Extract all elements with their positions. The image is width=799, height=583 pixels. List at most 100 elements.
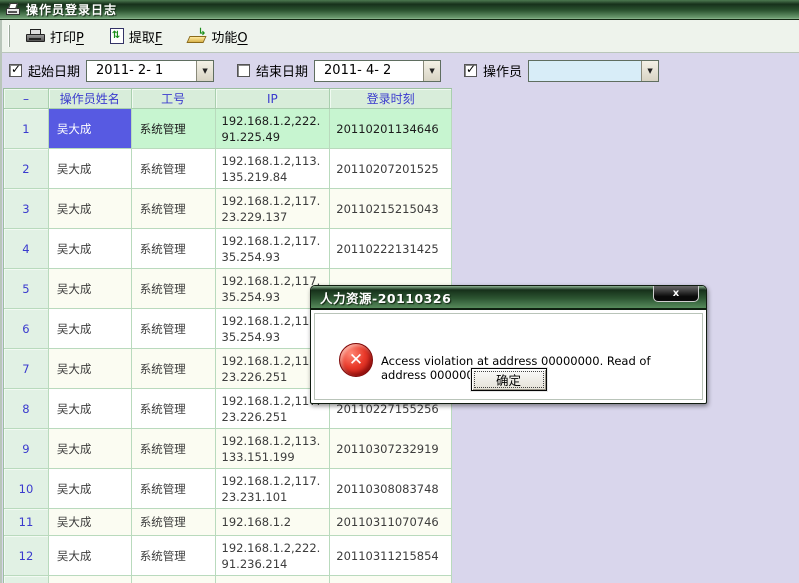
ip-cell: 192.168.1.2,113.133.151.199: [216, 429, 331, 469]
row-index-cell: 3: [4, 189, 49, 229]
table-row[interactable]: 3 吴大成 系统管理 192.168.1.2,117.23.229.137 20…: [4, 189, 452, 229]
column-header-name[interactable]: 操作员姓名: [49, 89, 132, 109]
login-time-cell: 20110222131425: [330, 229, 452, 269]
operator-name-cell: 吴大成: [49, 536, 132, 576]
row-index-cell: 2: [4, 149, 49, 189]
column-header-logintime[interactable]: 登录时刻: [330, 89, 452, 109]
table-row[interactable]: 11 吴大成 系统管理 192.168.1.2 20110311070746: [4, 509, 452, 536]
error-dialog-body: Access violation at address 00000000. Re…: [314, 313, 703, 400]
login-time-cell: 20110308083748: [330, 469, 452, 509]
row-index-cell: 5: [4, 269, 49, 309]
operator-name-cell: 吴大成: [49, 309, 132, 349]
row-index-cell: 7: [4, 349, 49, 389]
error-dialog-titlebar: 人力资源-20110326: [311, 286, 706, 310]
login-time-cell: 20110201134646: [330, 109, 452, 149]
extract-button[interactable]: ⇅ 提取F: [104, 24, 169, 49]
job-number-cell: 系统管理: [132, 509, 216, 536]
table-row[interactable]: 12 吴大成 系统管理 192.168.1.2,222.91.236.214 2…: [4, 536, 452, 576]
chevron-down-icon[interactable]: ▼: [423, 61, 440, 81]
refresh-page-icon: ⇅: [110, 28, 124, 44]
ip-cell: 192.168.1.2,113.: [216, 576, 331, 583]
start-date-combobox[interactable]: 2011- 2- 1 ▼: [86, 60, 214, 82]
operator-checkbox[interactable]: [464, 64, 477, 77]
job-number-cell: 系统管理: [132, 149, 216, 189]
job-number-cell: 系统管理: [132, 536, 216, 576]
print-label: 打印: [50, 31, 76, 46]
table-row[interactable]: 192.168.1.2,113.: [4, 576, 452, 583]
printer-icon: [26, 29, 45, 44]
job-number-cell: 系统管理: [132, 469, 216, 509]
column-header-jobno[interactable]: 工号: [132, 89, 216, 109]
operator-name-cell: 吴大成: [49, 469, 132, 509]
operator-name-cell: 吴大成: [49, 509, 132, 536]
row-index-cell: 4: [4, 229, 49, 269]
login-time-cell: 20110215215043: [330, 189, 452, 229]
chevron-down-icon[interactable]: ▼: [641, 61, 658, 81]
print-button[interactable]: 打印P: [20, 24, 90, 49]
job-number-cell: 系统管理: [132, 229, 216, 269]
ip-cell: 192.168.1.2: [216, 509, 331, 536]
ok-button[interactable]: 确定: [471, 368, 547, 391]
login-time-cell: 20110311070746: [330, 509, 452, 536]
function-button[interactable]: ↳ 功能O: [182, 24, 253, 49]
login-time-cell: 20110307232919: [330, 429, 452, 469]
table-row[interactable]: 9 吴大成 系统管理 192.168.1.2,113.133.151.199 2…: [4, 429, 452, 469]
extract-label: 提取: [129, 31, 155, 46]
table-row[interactable]: 1 吴大成 系统管理 192.168.1.2,222.91.225.49 201…: [4, 109, 452, 149]
error-dialog: 人力资源-20110326 x Access violation at addr…: [310, 285, 707, 404]
error-dialog-title: 人力资源-20110326: [320, 288, 451, 307]
operator-name-cell: 吴大成: [49, 269, 132, 309]
job-number-cell: 系统管理: [132, 189, 216, 229]
table-row[interactable]: 10 吴大成 系统管理 192.168.1.2,117.23.231.101 2…: [4, 469, 452, 509]
end-date-checkbox[interactable]: [237, 64, 250, 77]
row-index-cell: 10: [4, 469, 49, 509]
table-row[interactable]: 2 吴大成 系统管理 192.168.1.2,113.135.219.84 20…: [4, 149, 452, 189]
end-date-combobox[interactable]: 2011- 4- 2 ▼: [314, 60, 441, 82]
window-title: 操作员登录日志: [26, 1, 117, 18]
job-number-cell: 系统管理: [132, 429, 216, 469]
row-index-cell: 12: [4, 536, 49, 576]
job-number-cell: 系统管理: [132, 349, 216, 389]
operator-name-cell: 吴大成: [49, 229, 132, 269]
operator-name-cell: 吴大成: [49, 349, 132, 389]
ip-cell: 192.168.1.2,117.23.231.101: [216, 469, 331, 509]
start-date-value: 2011- 2- 1: [87, 63, 196, 78]
column-header-ip[interactable]: IP: [216, 89, 331, 109]
operator-label: 操作员: [483, 61, 522, 80]
function-tray-icon: ↳: [188, 30, 206, 43]
job-number-cell: 系统管理: [132, 309, 216, 349]
row-index-cell: 9: [4, 429, 49, 469]
row-index-cell: 6: [4, 309, 49, 349]
job-number-cell: [132, 576, 216, 583]
row-index-cell: 8: [4, 389, 49, 429]
row-index-cell: 11: [4, 509, 49, 536]
column-header-index[interactable]: –: [4, 89, 49, 109]
job-number-cell: 系统管理: [132, 109, 216, 149]
ip-cell: 192.168.1.2,222.91.225.49: [216, 109, 331, 149]
login-time-cell: 20110207201525: [330, 149, 452, 189]
chevron-down-icon[interactable]: ▼: [196, 61, 213, 81]
start-date-checkbox[interactable]: [9, 64, 22, 77]
operator-name-cell: 吴大成: [49, 189, 132, 229]
window-left-border: [0, 20, 2, 583]
toolbar-grip: [8, 25, 10, 47]
operator-name-cell: 吴大成: [49, 149, 132, 189]
close-icon[interactable]: x: [653, 286, 699, 302]
operator-combobox[interactable]: ▼: [528, 60, 659, 82]
window-titlebar: 操作员登录日志: [0, 0, 799, 20]
operator-name-cell: 吴大成: [49, 389, 132, 429]
function-label: 功能: [211, 31, 237, 46]
job-number-cell: 系统管理: [132, 269, 216, 309]
operator-name-cell: 吴大成: [49, 109, 132, 149]
toolbar: 打印P ⇅ 提取F ↳ 功能O: [0, 20, 799, 53]
ip-cell: 192.168.1.2,113.135.219.84: [216, 149, 331, 189]
end-date-value: 2011- 4- 2: [315, 63, 423, 78]
login-time-cell: 20110311215854: [330, 536, 452, 576]
ip-cell: 192.168.1.2,117.35.254.93: [216, 229, 331, 269]
row-index-cell: 1: [4, 109, 49, 149]
row-index-cell: [4, 576, 49, 583]
operator-name-cell: [49, 576, 132, 583]
login-time-cell: [330, 576, 452, 583]
ip-cell: 192.168.1.2,222.91.236.214: [216, 536, 331, 576]
table-row[interactable]: 4 吴大成 系统管理 192.168.1.2,117.35.254.93 201…: [4, 229, 452, 269]
